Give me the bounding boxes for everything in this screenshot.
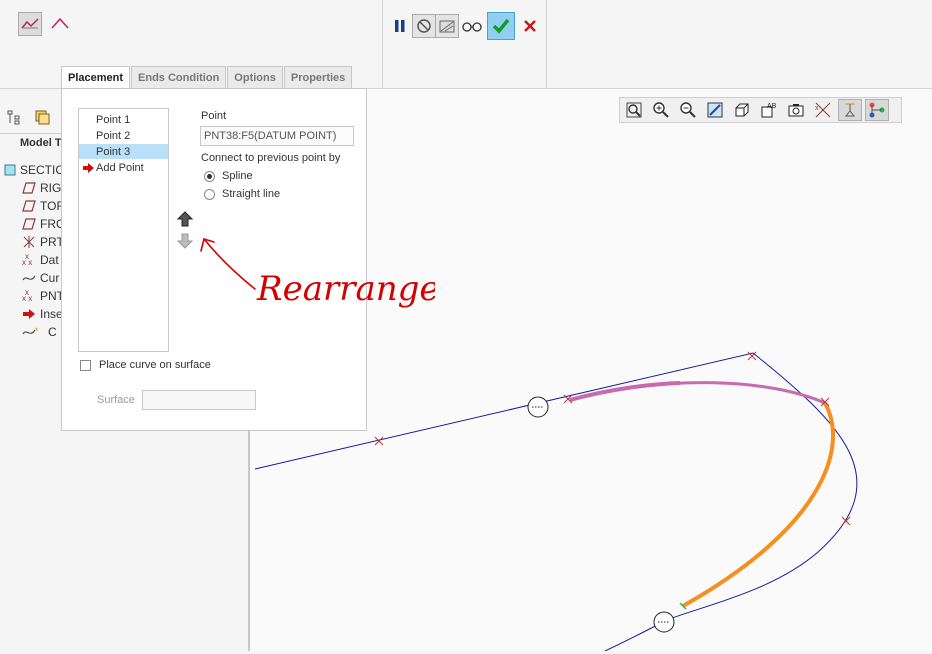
surface-label: Surface [97,394,135,406]
list-item-point-3[interactable]: Point 3 [79,144,168,159]
arrow-down-icon [176,233,194,249]
radio-selected-icon [204,170,215,182]
divider [0,133,62,134]
svg-text:AB: AB [767,103,777,110]
view-toolbar: AB x [619,97,902,123]
point-label: Point [201,110,227,122]
connect-label: Connect to previous point by [201,152,341,164]
spin-center-icon[interactable] [838,99,862,121]
no-preview-icon[interactable] [412,14,436,38]
tab-properties[interactable]: Properties [283,66,353,88]
spline-curve-icon[interactable] [18,12,42,36]
polyline-curve-icon[interactable] [48,12,72,36]
point-list[interactable]: Point 1 Point 2 Point 3 Add Point [78,108,169,352]
move-down-button[interactable] [176,233,194,249]
tree-item-label: Inse [40,307,63,321]
cancel-icon[interactable] [518,14,542,38]
datum-plane-icon [22,182,36,194]
datum-display-icon[interactable]: x [811,99,835,121]
tree-item-right[interactable]: RIG [22,179,61,197]
layer-tree-tab-icon[interactable] [30,105,54,129]
tree-item-label: Cur [40,271,60,285]
tab-options[interactable]: Options [227,66,283,88]
preview-icon[interactable] [435,14,459,38]
tree-item-label: RIG [40,181,62,195]
ribbon-separator [382,0,383,88]
rearrange-annotation: Rearrange [200,238,435,309]
curve-icon [22,275,36,281]
add-point-item[interactable]: Add Point [79,160,168,175]
radio-unselected-icon [204,188,215,200]
tree-item-front[interactable]: FRO [22,215,65,233]
zoom-in-icon[interactable] [649,99,673,121]
list-item-point-2[interactable]: Point 2 [79,128,168,143]
straight-line-radio[interactable]: Straight line [204,188,280,200]
svg-text:x: x [815,105,819,112]
arrow-up-icon [176,211,194,227]
coordinate-system-icon [23,236,35,248]
datum-points [374,351,851,526]
refit-icon[interactable] [622,99,646,121]
straight-line-label: Straight line [222,188,281,200]
annotation-arrow-shaft [203,238,256,290]
tree-item-csys[interactable]: PRT [22,233,64,251]
list-item-point-1[interactable]: Point 1 [79,112,168,127]
add-point-label: Add Point [96,161,144,174]
annotation-display-icon[interactable] [865,99,889,121]
tree-item-label: Dat [40,253,59,267]
spline-radio[interactable]: Spline [204,170,253,182]
ribbon-separator [546,0,547,88]
place-on-surface-checkbox[interactable]: Place curve on surface [80,359,211,371]
model-tree-tab-icon[interactable] [2,105,26,129]
part-icon [4,164,16,176]
repaint-icon[interactable] [703,99,727,121]
datum-point-icon: x xx [22,253,32,267]
move-up-button[interactable] [176,211,194,227]
datum-plane-icon [22,200,36,212]
point-reference-field[interactable]: PNT38:F5(DATUM POINT) [200,126,354,146]
tab-ends-condition[interactable]: Ends Condition [131,66,227,88]
curve-feature-icon: * [22,326,39,336]
pause-icon[interactable] [388,14,412,38]
place-on-surface-label: Place curve on surface [99,359,211,371]
drag-handle[interactable] [527,396,549,418]
tree-item-curve-feature[interactable]: * C [22,323,57,341]
surface-field[interactable] [142,390,256,410]
svg-text:x: x [25,253,29,261]
dashboard-tabs: Placement Ends Condition Options Propert… [61,66,353,89]
tree-item-label: SECTIC [20,163,65,177]
datum-point-icon: x xx [22,289,32,303]
annotation-text: Rearrange [256,269,435,309]
spline-label: Spline [222,170,253,182]
spline-segment-orange [682,402,835,608]
tree-item-top[interactable]: TOF [22,197,64,215]
model-tree-title: Model T [20,137,62,149]
datum-plane-icon [22,218,36,230]
tree-item-insert-here[interactable]: Inse [22,305,63,323]
zoom-out-icon[interactable] [676,99,700,121]
tree-item-section[interactable]: SECTIC [4,161,64,179]
svg-text:x: x [25,289,29,297]
insert-here-arrow-icon [23,309,35,319]
svg-text:*: * [35,326,39,336]
tree-item-pnt[interactable]: x xx PNT [22,287,64,305]
saved-orientations-icon[interactable]: AB [757,99,781,121]
tree-item-label: C [48,325,57,339]
tree-item-curve[interactable]: Cur [22,269,59,287]
insert-arrow-icon [83,162,94,173]
display-style-icon[interactable] [730,99,754,121]
tab-placement[interactable]: Placement [61,66,131,89]
glasses-icon[interactable] [460,14,484,38]
saved-views-icon[interactable] [784,99,808,121]
checkbox-icon [80,359,91,371]
tree-item-datum[interactable]: x xx Dat [22,251,59,269]
drag-handle[interactable] [653,611,675,633]
checkmark-icon[interactable] [487,12,515,40]
